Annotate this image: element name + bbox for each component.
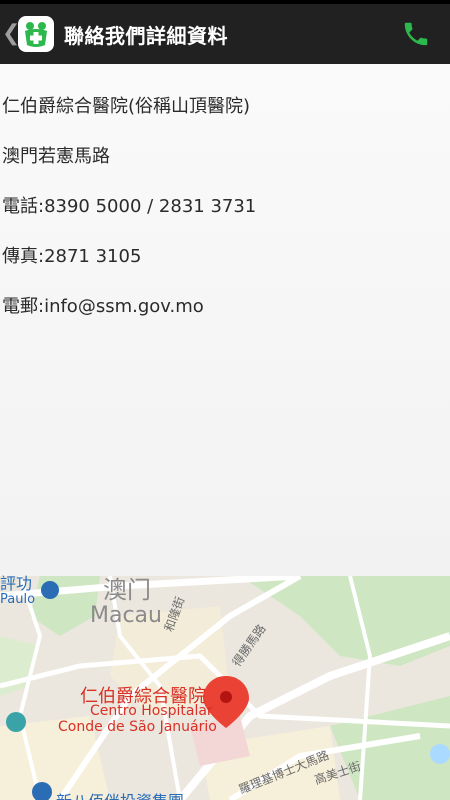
app-bar: ❮ 聯絡我們詳細資料	[0, 4, 450, 64]
map-label-city-zh: 澳门	[103, 576, 151, 604]
map-tiles	[0, 576, 450, 800]
chevron-left-icon[interactable]: ❮	[2, 4, 20, 64]
phone-number[interactable]: 電話:8390 5000 / 2831 3731	[2, 192, 256, 218]
map-label-place-sub: Paulo	[0, 592, 36, 607]
page-title: 聯絡我們詳細資料	[64, 23, 228, 48]
address: 澳門若憲馬路	[2, 146, 110, 167]
hospital-name: 仁伯爵綜合醫院(俗稱山頂醫院)	[2, 96, 251, 117]
medical-cross-icon	[18, 16, 54, 52]
map-view[interactable]	[0, 576, 450, 800]
email-address[interactable]: 電郵:info@ssm.gov.mo	[2, 292, 204, 318]
call-button[interactable]	[400, 18, 432, 50]
map-label-hospital-pt: Conde de São Januário	[58, 719, 217, 735]
map-label-hospital-pt: Centro Hospitalar	[90, 703, 213, 719]
contact-details: 仁伯爵綜合醫院(俗稱山頂醫院) 澳門若憲馬路 電話:8390 5000 / 28…	[0, 64, 450, 576]
fax-number: 傳真:2871 3105	[2, 246, 142, 267]
map-label-place-bottom: 新八佰伴投資集團	[56, 788, 184, 800]
map-label-place-top: 評功	[0, 574, 33, 593]
map-label-city-en: Macau	[90, 603, 162, 628]
phone-icon	[404, 22, 428, 46]
